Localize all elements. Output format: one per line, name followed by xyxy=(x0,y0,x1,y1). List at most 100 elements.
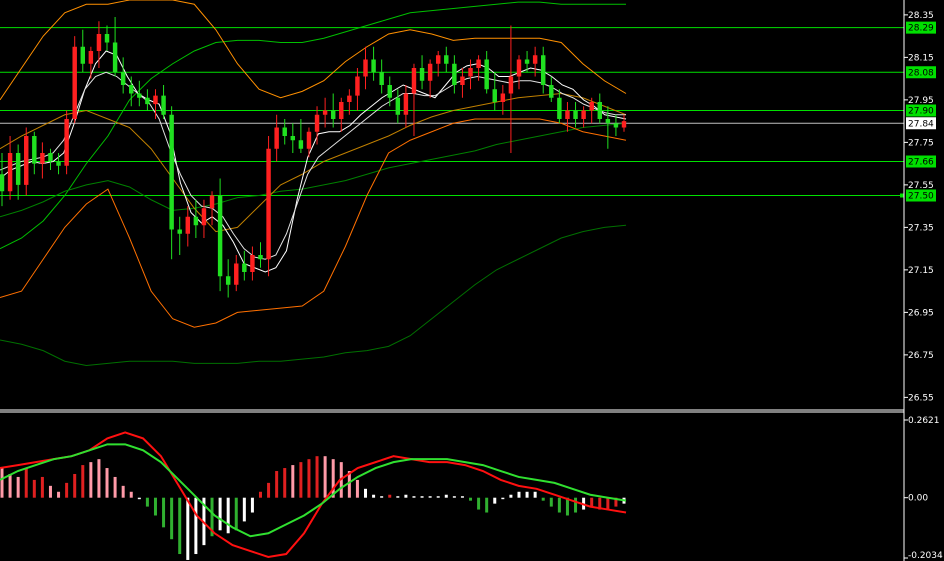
current-price-text: 27.84 xyxy=(908,119,934,129)
histogram-bar xyxy=(250,497,254,513)
candle-body xyxy=(96,34,102,51)
candle-body xyxy=(573,110,578,119)
histogram-bar xyxy=(493,497,497,504)
histogram-bar xyxy=(186,497,190,560)
histogram-bar xyxy=(65,482,69,498)
histogram-bar xyxy=(57,491,61,498)
candle-body xyxy=(371,59,376,73)
candle-body xyxy=(298,140,304,149)
candle-body xyxy=(435,55,441,64)
histogram-bar xyxy=(590,497,594,507)
candle-body xyxy=(379,72,384,85)
candle-body xyxy=(112,42,118,73)
histogram-bar xyxy=(242,497,246,522)
candle-body xyxy=(266,148,271,260)
candle-body xyxy=(274,127,279,149)
candle-body xyxy=(234,263,239,285)
histogram-bar xyxy=(218,497,222,531)
candle-body xyxy=(540,55,546,85)
level-label-text: 27.90 xyxy=(908,107,934,117)
price-tick-label: 26.75 xyxy=(908,351,934,361)
candle-body xyxy=(250,255,255,272)
band-line xyxy=(0,122,627,218)
candle-body xyxy=(153,95,158,105)
candle-body xyxy=(330,110,336,119)
candle-body xyxy=(32,136,37,164)
histogram-bar xyxy=(162,497,166,528)
histogram-bar xyxy=(291,465,295,498)
candle-body xyxy=(80,46,86,64)
histogram-bar xyxy=(557,497,561,513)
histogram-bar xyxy=(97,459,101,498)
histogram-bar xyxy=(436,496,440,498)
histogram-bar xyxy=(364,488,368,498)
candle-body xyxy=(24,136,29,185)
candle-body xyxy=(137,93,142,98)
price-panel: 28.35 28.15 27.95 27.75 27.55 27.35 27.15 26.95… xyxy=(0,0,936,403)
price-tick-label: 26.95 xyxy=(908,308,934,318)
histogram-bar xyxy=(81,465,85,498)
histogram-bar xyxy=(137,497,141,500)
level-label-text: 28.08 xyxy=(908,68,934,78)
band-line xyxy=(0,1,626,250)
candle-body xyxy=(419,68,425,81)
histogram-bar xyxy=(372,494,376,498)
candle-body xyxy=(460,76,465,85)
histogram-bar xyxy=(355,479,359,498)
histogram-bar xyxy=(404,494,408,498)
candle-body xyxy=(209,195,215,209)
band-line xyxy=(0,118,627,328)
candle-body xyxy=(104,34,110,43)
histogram-bar xyxy=(574,497,578,513)
histogram-bar xyxy=(388,494,392,498)
oscillator-histogram xyxy=(0,456,626,560)
histogram-bar xyxy=(258,491,262,498)
histogram-bar xyxy=(194,497,198,555)
histogram-bar xyxy=(121,485,125,498)
oscillator-axis: 0.2621 0.00 -0.2034 xyxy=(904,416,943,561)
candle-body xyxy=(395,97,401,115)
histogram-bar xyxy=(460,496,464,498)
histogram-bar xyxy=(145,497,149,507)
price-tick-label: 28.35 xyxy=(908,11,934,21)
horizontal-levels xyxy=(0,27,904,196)
level-label-text: 27.66 xyxy=(908,158,934,168)
candles xyxy=(0,17,627,298)
histogram-bar xyxy=(267,482,271,498)
candle-body xyxy=(217,195,223,277)
histogram-bar xyxy=(226,497,230,534)
candle-body xyxy=(322,110,328,115)
moving-average-line xyxy=(0,71,626,260)
histogram-bar xyxy=(24,468,28,498)
candle-body xyxy=(387,85,392,98)
candle-body xyxy=(314,114,320,132)
histogram-bar xyxy=(307,459,311,498)
candle-body xyxy=(427,63,433,81)
candle-body xyxy=(452,63,457,85)
histogram-bar xyxy=(129,491,133,498)
price-tick-label: 27.55 xyxy=(908,181,934,191)
candle-body xyxy=(193,216,199,226)
oscillator-panel: 0.2621 0.00 -0.2034 xyxy=(0,416,943,561)
candle-body xyxy=(225,276,231,285)
price-tick-label: 28.15 xyxy=(908,53,934,63)
candle-body xyxy=(347,95,352,102)
histogram-bar xyxy=(234,497,238,531)
histogram-bar xyxy=(315,456,319,498)
candle-body xyxy=(145,97,150,105)
candle-body xyxy=(613,123,619,128)
candle-body xyxy=(177,229,182,234)
histogram-bar xyxy=(170,497,174,540)
candle-body xyxy=(339,102,344,119)
candle-body xyxy=(64,119,69,166)
osc-tick-label: -0.2034 xyxy=(908,551,943,561)
band-lines xyxy=(0,0,627,367)
histogram-bar xyxy=(275,471,279,498)
histogram-bar xyxy=(549,497,553,507)
histogram-bar xyxy=(412,496,416,498)
candle-body xyxy=(605,119,611,124)
candle-body xyxy=(516,59,522,77)
price-tick-label: 27.15 xyxy=(908,266,934,276)
histogram-bar xyxy=(323,456,327,498)
candle-body xyxy=(48,153,53,162)
